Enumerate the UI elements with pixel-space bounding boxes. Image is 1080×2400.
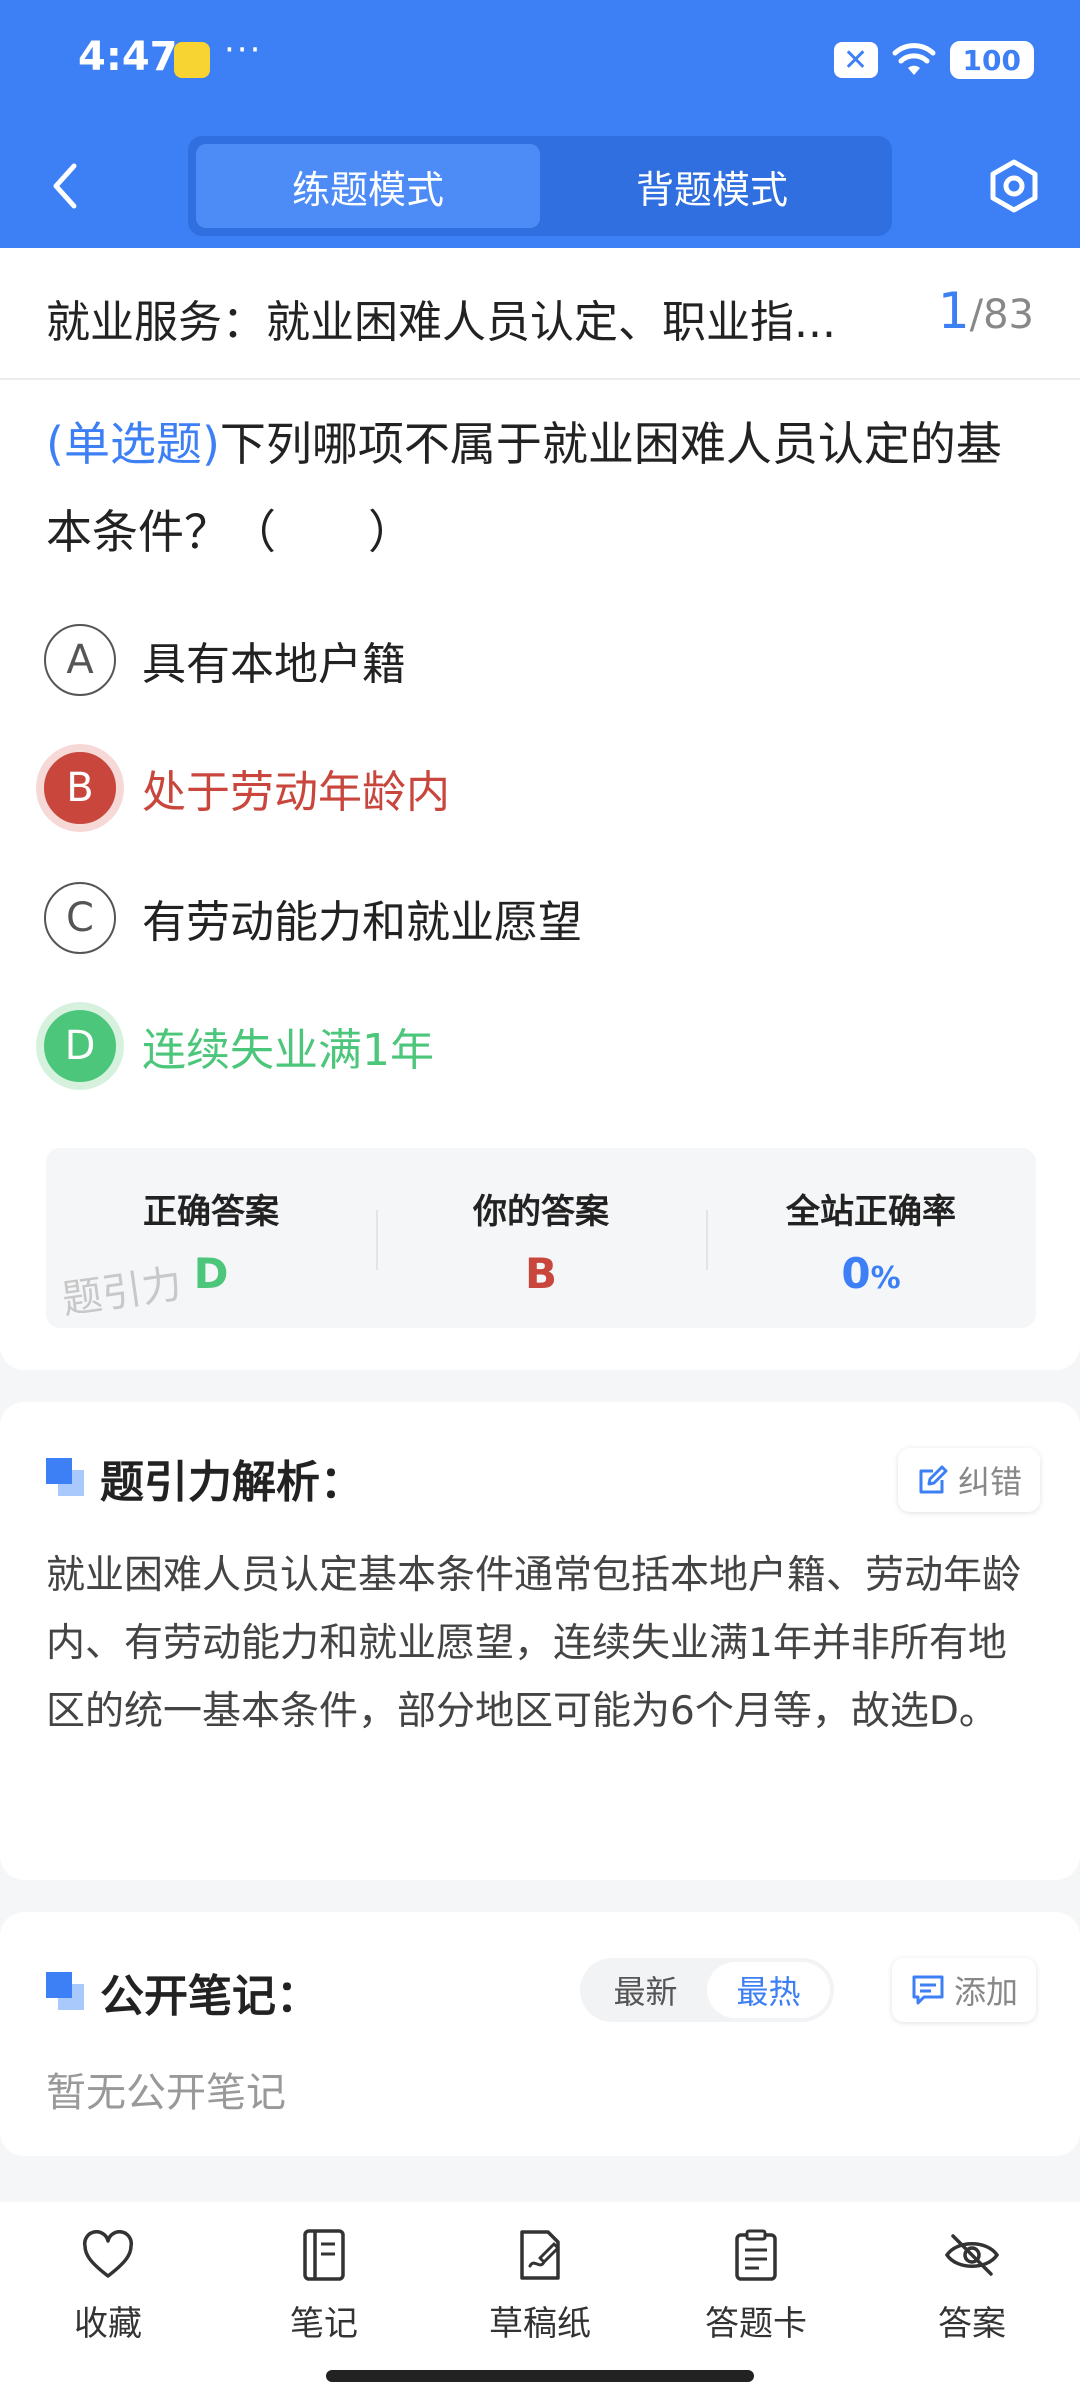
option-text: 连续失业满1年 <box>142 1025 434 1076</box>
hide-answer-label: 答案 <box>938 2304 1006 2344</box>
notes-sort-toggle: 最新 最热 <box>580 1958 834 2022</box>
accuracy-label: 全站正确率 <box>786 1192 956 1232</box>
question-header: 就业服务：就业困难人员认定、职业指... 1/83 <box>0 248 1080 380</box>
your-answer-value: B <box>524 1249 557 1298</box>
question-card: 就业服务：就业困难人员认定、职业指... 1/83 (单选题)下列哪项不属于就业… <box>0 248 1080 1370</box>
hexagon-settings-icon <box>990 159 1038 213</box>
correct-answer-label: 正确答案 <box>143 1192 279 1232</box>
option-text: 有劳动能力和就业愿望 <box>142 897 582 948</box>
question-text-block: (单选题)下列哪项不属于就业困难人员认定的基本条件？（ ） <box>46 400 1036 576</box>
app-notification-icon <box>174 42 210 78</box>
notes-title-label: 公开笔记： <box>100 1971 320 2022</box>
chapter-title: 就业服务：就业困难人员认定、职业指... <box>46 297 836 348</box>
option-b[interactable]: B 处于劳动年龄内 <box>44 748 1034 828</box>
mode-switch: 练题模式 背题模式 <box>188 136 892 236</box>
nav-bar: 练题模式 背题模式 <box>0 130 1080 240</box>
wifi-icon <box>892 43 936 75</box>
analysis-title-label: 题引力解析： <box>100 1457 364 1508</box>
option-d[interactable]: D 连续失业满1年 <box>44 1006 1034 1086</box>
favorite-label: 收藏 <box>74 2304 142 2344</box>
add-note-button[interactable]: 添加 <box>892 1958 1037 2022</box>
notebook-icon <box>295 2226 353 2284</box>
notes-title: 公开笔记： <box>46 1960 320 2024</box>
notes-empty-text: 暂无公开笔记 <box>46 2070 286 2116</box>
settings-button[interactable] <box>984 156 1044 216</box>
option-letter: A <box>44 624 116 696</box>
report-error-label: 纠错 <box>958 1463 1023 1501</box>
correct-answer-value: D <box>193 1249 229 1298</box>
back-button[interactable] <box>40 158 90 214</box>
section-squares-icon <box>46 1972 86 2012</box>
edit-icon <box>919 1465 948 1494</box>
draft-paper-button[interactable]: 草稿纸 <box>460 2226 620 2356</box>
status-bar: 4:47 ··· ✕ 100 <box>0 0 1080 120</box>
no-sim-icon: ✕ <box>833 42 878 78</box>
favorite-button[interactable]: 收藏 <box>28 2226 188 2356</box>
answer-card-label: 答题卡 <box>705 2304 807 2344</box>
option-c[interactable]: C 有劳动能力和就业愿望 <box>44 878 1034 958</box>
answer-summary: 正确答案 D 你的答案 B 全站正确率 0% 题引力 <box>46 1148 1036 1328</box>
section-squares-icon <box>46 1458 86 1498</box>
question-counter: 1/83 <box>938 282 1034 340</box>
current-question-number: 1 <box>937 282 970 340</box>
accuracy-value: 0% <box>841 1249 900 1298</box>
analysis-card: 题引力解析： 纠错 就业困难人员认定基本条件通常包括本地户籍、劳动年龄内、有劳动… <box>0 1402 1080 1880</box>
status-time: 4:47 <box>78 34 178 80</box>
draft-icon <box>511 2226 569 2284</box>
hide-answer-button[interactable]: 答案 <box>892 2226 1052 2356</box>
your-answer-label: 你的答案 <box>473 1192 609 1232</box>
analysis-title: 题引力解析： <box>46 1446 364 1510</box>
tab-recite-mode[interactable]: 背题模式 <box>540 144 884 228</box>
option-letter: D <box>44 1010 116 1082</box>
option-text: 处于劳动年龄内 <box>142 767 450 818</box>
draft-paper-label: 草稿纸 <box>489 2304 591 2344</box>
header: 4:47 ··· ✕ 100 练题模式 背题模式 <box>0 0 1080 248</box>
eye-off-icon <box>943 2226 1001 2284</box>
your-answer-col: 你的答案 B <box>376 1148 706 1328</box>
sort-latest[interactable]: 最新 <box>584 1962 707 2018</box>
notes-label: 笔记 <box>290 2304 358 2344</box>
comment-icon <box>912 1975 944 2005</box>
more-notifications-icon: ··· <box>224 30 263 70</box>
add-note-label: 添加 <box>954 1973 1019 2011</box>
question-type-tag: (单选题) <box>46 417 220 471</box>
bottom-toolbar: 收藏 笔记 草稿纸 答题卡 答案 <box>0 2202 1080 2400</box>
option-a[interactable]: A 具有本地户籍 <box>44 620 1034 700</box>
accuracy-unit: % <box>870 1261 901 1296</box>
total-questions: /83 <box>969 292 1034 338</box>
accuracy-number: 0 <box>841 1249 871 1298</box>
notes-button[interactable]: 笔记 <box>244 2226 404 2356</box>
notes-card: 公开笔记： 最新 最热 添加 暂无公开笔记 <box>0 1912 1080 2156</box>
tab-practice-mode[interactable]: 练题模式 <box>196 144 540 228</box>
battery-indicator: 100 <box>949 41 1034 79</box>
option-text: 具有本地户籍 <box>142 639 406 690</box>
sort-hottest[interactable]: 最热 <box>707 1962 830 2018</box>
analysis-text: 就业困难人员认定基本条件通常包括本地户籍、劳动年龄内、有劳动能力和就业愿望，连续… <box>46 1553 1022 1734</box>
report-error-button[interactable]: 纠错 <box>898 1448 1041 1512</box>
answer-card-button[interactable]: 答题卡 <box>676 2226 836 2356</box>
answer-card-icon <box>727 2226 785 2284</box>
accuracy-col: 全站正确率 0% <box>706 1148 1036 1328</box>
heart-icon <box>79 2226 137 2284</box>
chevron-left-icon <box>53 163 77 209</box>
home-indicator[interactable] <box>326 2370 754 2382</box>
status-icons: ✕ 100 <box>833 38 1034 82</box>
option-letter: B <box>44 752 116 824</box>
option-letter: C <box>44 882 116 954</box>
